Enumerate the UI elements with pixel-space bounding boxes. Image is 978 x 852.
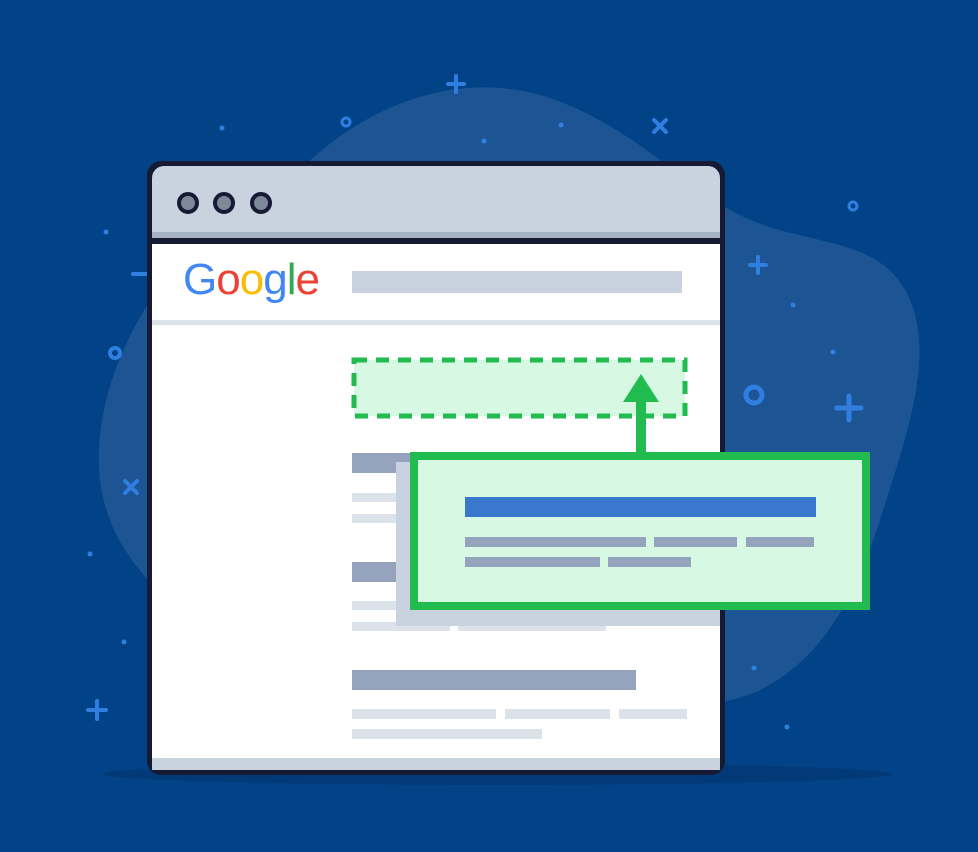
cross-icon — [652, 118, 668, 134]
card-title-bar — [465, 497, 816, 517]
window-bottom-bar — [152, 758, 720, 770]
window-dot-icon — [250, 192, 272, 214]
ring-icon — [847, 200, 859, 212]
result-snippet-bar — [352, 729, 542, 739]
window-controls — [177, 192, 272, 214]
result-snippet-bar — [505, 709, 610, 719]
plus-icon — [86, 699, 108, 721]
window-dot-icon — [213, 192, 235, 214]
search-bar — [352, 271, 682, 293]
result-title-bar — [352, 670, 636, 690]
title-bar-shade — [152, 232, 720, 238]
google-logo: Google — [183, 255, 319, 304]
card-snippet-bar — [465, 557, 600, 567]
illustration: Google — [0, 0, 978, 852]
title-bar — [152, 166, 720, 232]
title-bar-border — [152, 238, 720, 244]
card-snippet-bar — [608, 557, 691, 567]
ring-icon — [340, 116, 352, 128]
result-snippet-bar — [352, 709, 496, 719]
logo-letter: g — [263, 255, 286, 304]
card-snippet-bar — [746, 537, 814, 547]
card-snippet-bar — [654, 537, 737, 547]
promoted-result-card — [396, 452, 870, 626]
result-snippet-bar — [619, 709, 687, 719]
logo-letter: l — [287, 255, 296, 304]
logo-letter: o — [216, 255, 239, 304]
ring-icon — [108, 346, 122, 360]
scene: Google — [86, 74, 920, 785]
logo-letter: G — [183, 255, 216, 304]
card-snippet-bar — [465, 537, 646, 547]
logo-letter: e — [295, 255, 318, 304]
card-body — [410, 452, 870, 610]
logo-letter: o — [240, 255, 263, 304]
window-dot-icon — [177, 192, 199, 214]
header-divider — [152, 320, 720, 325]
